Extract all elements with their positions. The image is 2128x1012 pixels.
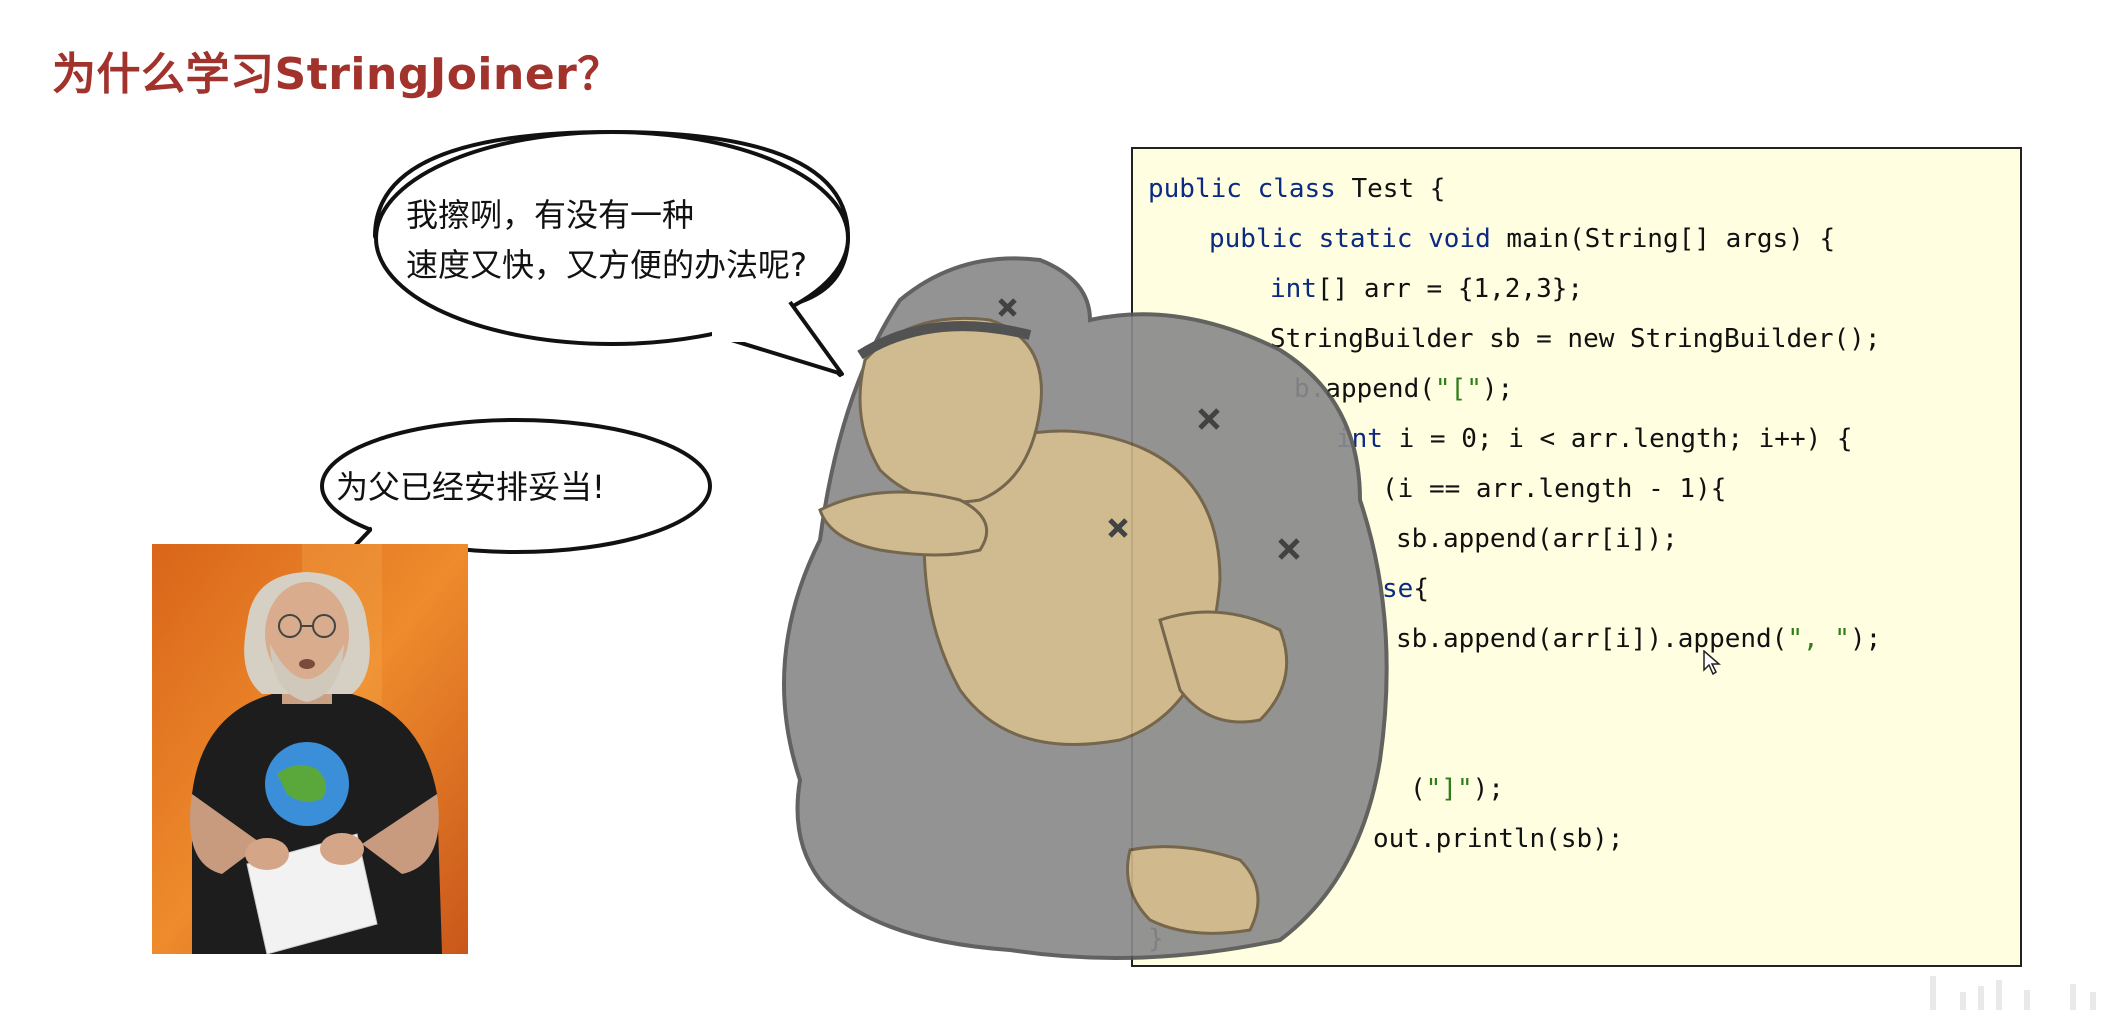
bubble-top-line-1: 我擦咧，有没有一种 <box>406 196 695 234</box>
bubble-bottom-text: 为父已经安排妥当! <box>336 468 605 506</box>
presenter-photo <box>152 544 468 954</box>
bubble-top-line-2: 速度又快，又方便的办法呢? <box>406 246 807 284</box>
gorilla-illustration <box>760 240 1420 960</box>
watermark-icon <box>1930 976 2096 1010</box>
mouse-cursor-icon <box>1703 650 1721 676</box>
